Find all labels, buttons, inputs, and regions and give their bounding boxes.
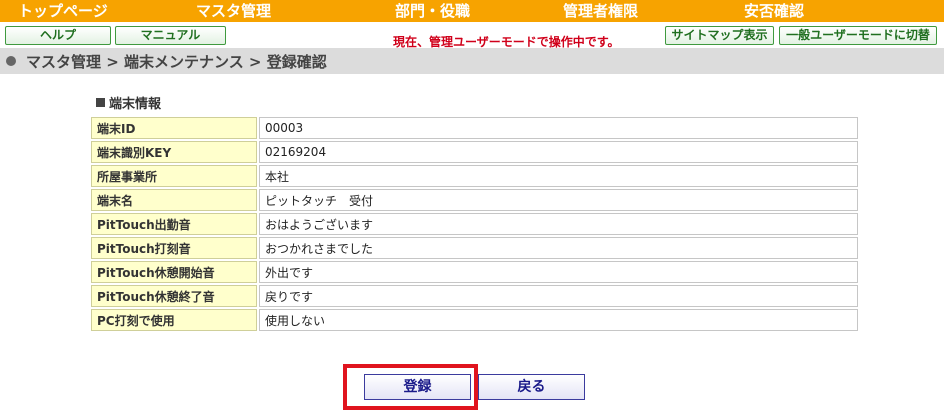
row-label: PitTouch打刻音 xyxy=(91,237,257,259)
bullet-icon xyxy=(6,56,16,66)
breadcrumb-bar: マスタ管理 > 端末メンテナンス > 登録確認 xyxy=(0,48,944,74)
nav-department-position[interactable]: 部門・役職 xyxy=(395,0,470,22)
sitemap-button[interactable]: サイトマップ表示 xyxy=(665,26,774,45)
top-navigation-bar: トップページ マスタ管理 部門・役職 管理者権限 安否確認 xyxy=(0,0,944,22)
nav-master-management[interactable]: マスタ管理 xyxy=(196,0,271,22)
table-row: PitTouch休憩終了音 戻りです xyxy=(91,285,858,307)
manual-button[interactable]: マニュアル xyxy=(115,26,226,45)
breadcrumb: マスタ管理 > 端末メンテナンス > 登録確認 xyxy=(26,53,327,71)
row-value: 00003 xyxy=(259,117,858,139)
row-label: 端末ID xyxy=(91,117,257,139)
row-value: 戻りです xyxy=(259,285,858,307)
square-bullet-icon xyxy=(96,98,105,107)
row-value: ピットタッチ 受付 xyxy=(259,189,858,211)
row-label: PC打刻で使用 xyxy=(91,309,257,331)
row-value: 使用しない xyxy=(259,309,858,331)
nav-admin-authority[interactable]: 管理者権限 xyxy=(563,0,638,22)
back-button[interactable]: 戻る xyxy=(478,374,585,400)
row-value: おはようございます xyxy=(259,213,858,235)
section-title: 端末情報 xyxy=(109,97,162,112)
terminal-info-table: 端末ID 00003 端末識別KEY 02169204 所屋事業所 本社 端末名… xyxy=(89,115,860,333)
row-label: 所屋事業所 xyxy=(91,165,257,187)
table-row: PitTouch休憩開始音 外出です xyxy=(91,261,858,283)
row-label: 端末識別KEY xyxy=(91,141,257,163)
table-row: 端末識別KEY 02169204 xyxy=(91,141,858,163)
register-button[interactable]: 登録 xyxy=(364,374,471,400)
switch-general-mode-button[interactable]: 一般ユーザーモードに切替 xyxy=(779,26,937,45)
row-value: おつかれさまでした xyxy=(259,237,858,259)
section-heading: 端末情報 xyxy=(96,93,161,112)
table-row: PitTouch打刻音 おつかれさまでした xyxy=(91,237,858,259)
help-button[interactable]: ヘルプ xyxy=(5,26,111,45)
row-value: 本社 xyxy=(259,165,858,187)
row-label: PitTouch休憩終了音 xyxy=(91,285,257,307)
row-value: 02169204 xyxy=(259,141,858,163)
table-row: PC打刻で使用 使用しない xyxy=(91,309,858,331)
table-row: 端末名 ピットタッチ 受付 xyxy=(91,189,858,211)
nav-top-page[interactable]: トップページ xyxy=(18,0,108,22)
nav-safety-confirmation[interactable]: 安否確認 xyxy=(744,0,804,22)
row-label: 端末名 xyxy=(91,189,257,211)
row-label: PitTouch出勤音 xyxy=(91,213,257,235)
table-row: 所屋事業所 本社 xyxy=(91,165,858,187)
row-value: 外出です xyxy=(259,261,858,283)
table-row: PitTouch出勤音 おはようございます xyxy=(91,213,858,235)
table-row: 端末ID 00003 xyxy=(91,117,858,139)
row-label: PitTouch休憩開始音 xyxy=(91,261,257,283)
